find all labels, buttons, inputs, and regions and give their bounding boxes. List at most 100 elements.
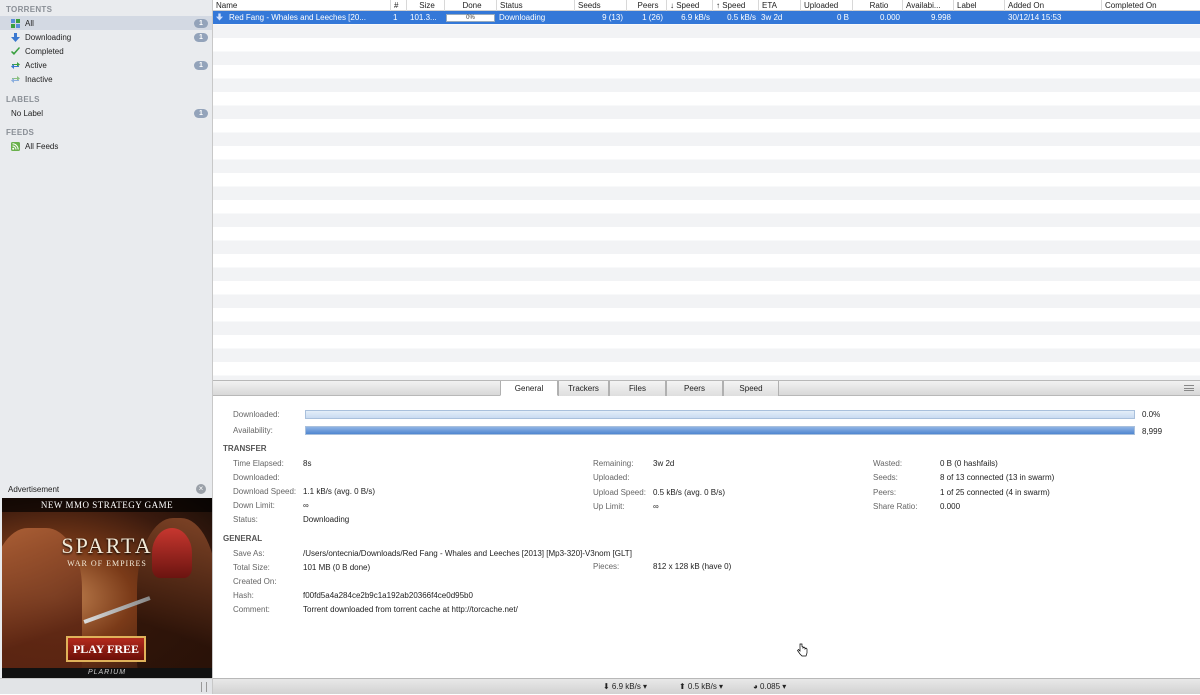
column-header-seeds[interactable]: Seeds bbox=[575, 0, 627, 11]
column-header-number[interactable]: # bbox=[391, 0, 407, 11]
up-limit-value: ∞ bbox=[653, 502, 659, 511]
downloaded-progress-bar bbox=[305, 410, 1135, 419]
advertisement-header: Advertisement × bbox=[0, 481, 212, 497]
done-progress-bar: 0% bbox=[446, 14, 495, 22]
wasted-value: 0 B (0 hashfails) bbox=[940, 459, 998, 468]
time-elapsed-value: 8s bbox=[303, 459, 312, 468]
ad-brand: PLARIUM bbox=[2, 668, 212, 678]
total-size-label: Total Size: bbox=[233, 563, 270, 572]
torrent-added-on: 30/12/14 15:53 bbox=[1008, 13, 1062, 22]
torrent-label bbox=[956, 11, 1004, 24]
sidebar-item-label: Inactive bbox=[25, 74, 53, 84]
resize-grip-icon[interactable] bbox=[201, 682, 207, 692]
upload-rate-dropdown[interactable]: ⬆ 0.5 kB/s ▾ bbox=[679, 679, 723, 695]
status-value: Downloading bbox=[303, 515, 350, 524]
count-badge: 1 bbox=[194, 109, 208, 118]
tab-files[interactable]: Files bbox=[609, 381, 666, 396]
down-limit-label: Down Limit: bbox=[233, 501, 275, 510]
torrent-ratio: 0.000 bbox=[879, 13, 900, 22]
download-speed-value: 1.1 kB/s (avg. 0 B/s) bbox=[303, 487, 376, 496]
column-header-completed-on[interactable]: Completed On bbox=[1102, 0, 1200, 11]
tab-trackers[interactable]: Trackers bbox=[558, 381, 609, 396]
all-icon bbox=[11, 18, 20, 28]
column-header-done[interactable]: Done bbox=[445, 0, 497, 11]
down-limit-value: ∞ bbox=[303, 501, 309, 510]
sidebar-item-label: Downloading bbox=[25, 32, 72, 42]
column-header-uploaded[interactable]: Uploaded bbox=[801, 0, 853, 11]
table-row[interactable]: Red Fang - Whales and Leeches [20... 1 1… bbox=[213, 11, 1200, 24]
arrow-down-icon bbox=[11, 32, 20, 42]
downloaded-bar-label: Downloaded: bbox=[233, 410, 280, 419]
column-header-ratio[interactable]: Ratio bbox=[853, 0, 903, 11]
sidebar-item-label: No Label bbox=[11, 108, 44, 118]
ad-tagline: NEW MMO STRATEGY GAME bbox=[2, 498, 212, 512]
comment-value: Torrent downloaded from torrent cache at… bbox=[303, 605, 518, 614]
column-header-label[interactable]: Label bbox=[954, 0, 1005, 11]
sidebar-item-label: Completed bbox=[25, 46, 64, 56]
torrent-number: 1 bbox=[393, 13, 398, 22]
close-icon[interactable]: × bbox=[196, 484, 206, 494]
column-header-up-speed[interactable]: ↑ Speed bbox=[713, 0, 759, 11]
tab-general[interactable]: General bbox=[500, 381, 558, 396]
column-header-size[interactable]: Size bbox=[407, 0, 445, 11]
sidebar-item-inactive[interactable]: Inactive bbox=[0, 72, 212, 86]
sidebar-item-label: Active bbox=[25, 60, 47, 70]
sidebar-item-completed[interactable]: Completed bbox=[0, 44, 212, 58]
general-section-header: GENERAL bbox=[223, 534, 263, 543]
column-header-status[interactable]: Status bbox=[497, 0, 575, 11]
ad-play-button[interactable]: PLAY FREE bbox=[66, 636, 146, 662]
torrent-peers: 1 (26) bbox=[642, 13, 663, 22]
sidebar-item-all-feeds[interactable]: All Feeds bbox=[0, 139, 212, 153]
table-header: Name # Size Done Status Seeds Peers ↓ Sp… bbox=[213, 0, 1200, 11]
check-icon bbox=[11, 46, 20, 56]
ratio-dropdown[interactable]: ◕ 0.085 ▾ bbox=[753, 679, 786, 695]
share-ratio-label: Share Ratio: bbox=[873, 502, 918, 511]
column-header-added-on[interactable]: Added On bbox=[1005, 0, 1102, 11]
count-badge: 1 bbox=[194, 19, 208, 28]
column-header-eta[interactable]: ETA bbox=[759, 0, 801, 11]
ad-subtitle: WAR OF EMPIRES bbox=[67, 559, 147, 568]
share-ratio-value: 0.000 bbox=[940, 502, 961, 511]
count-badge: 1 bbox=[194, 33, 208, 42]
uploaded-label: Uploaded: bbox=[593, 473, 630, 482]
time-elapsed-label: Time Elapsed: bbox=[233, 459, 284, 468]
torrent-size: 101.3... bbox=[410, 13, 437, 22]
seeds-label: Seeds: bbox=[873, 473, 898, 482]
torrent-eta: 3w 2d bbox=[761, 13, 783, 22]
torrent-name: Red Fang - Whales and Leeches [20... bbox=[229, 13, 366, 22]
count-badge: 1 bbox=[194, 61, 208, 70]
status-label: Status: bbox=[233, 515, 258, 524]
pieces-value: 812 x 128 kB (have 0) bbox=[653, 562, 732, 571]
menu-icon[interactable] bbox=[1184, 385, 1194, 391]
column-header-name[interactable]: Name bbox=[213, 0, 391, 11]
feeds-section-header: FEEDS bbox=[6, 128, 35, 137]
torrent-up-speed: 0.5 kB/s bbox=[727, 13, 756, 22]
torrent-table: Name # Size Done Status Seeds Peers ↓ Sp… bbox=[213, 0, 1200, 380]
sidebar-item-all[interactable]: All 1 bbox=[0, 16, 212, 30]
tab-peers[interactable]: Peers bbox=[666, 381, 723, 396]
comment-label: Comment: bbox=[233, 605, 270, 614]
sidebar-item-no-label[interactable]: No Label 1 bbox=[0, 106, 212, 120]
transfer-section-header: TRANSFER bbox=[223, 444, 267, 453]
column-header-peers[interactable]: Peers bbox=[627, 0, 667, 11]
labels-section-header: LABELS bbox=[6, 95, 40, 104]
upload-speed-value: 0.5 kB/s (avg. 0 B/s) bbox=[653, 488, 726, 497]
arrow-down-icon bbox=[216, 11, 226, 24]
remaining-value: 3w 2d bbox=[653, 459, 675, 468]
column-header-down-speed[interactable]: ↓ Speed bbox=[667, 0, 713, 11]
advertisement-banner[interactable]: NEW MMO STRATEGY GAME SPARTA WAR OF EMPI… bbox=[2, 498, 212, 678]
general-panel: Downloaded: 0.0% Availability: 8,999 TRA… bbox=[213, 396, 1200, 678]
hash-value: f00fd5a4a284ce2b9c1a192ab20366f4ce0d95b0 bbox=[303, 591, 473, 600]
status-bar: ⬇ 6.9 kB/s ▾ ⬆ 0.5 kB/s ▾ ◕ 0.085 ▾ bbox=[213, 678, 1200, 694]
detail-tabs-bar: General Trackers Files Peers Speed bbox=[213, 380, 1200, 396]
sidebar-item-downloading[interactable]: Downloading 1 bbox=[0, 30, 212, 44]
column-header-availability[interactable]: Availabi... bbox=[903, 0, 954, 11]
rss-icon bbox=[11, 141, 20, 151]
active-icon bbox=[11, 61, 20, 70]
tab-speed[interactable]: Speed bbox=[723, 381, 779, 396]
done-percent: 0% bbox=[466, 15, 475, 21]
sidebar-item-active[interactable]: Active 1 bbox=[0, 58, 212, 72]
download-rate-dropdown[interactable]: ⬇ 6.9 kB/s ▾ bbox=[603, 679, 647, 695]
torrent-uploaded: 0 B bbox=[836, 13, 849, 22]
sidebar-item-label: All Feeds bbox=[25, 141, 59, 151]
